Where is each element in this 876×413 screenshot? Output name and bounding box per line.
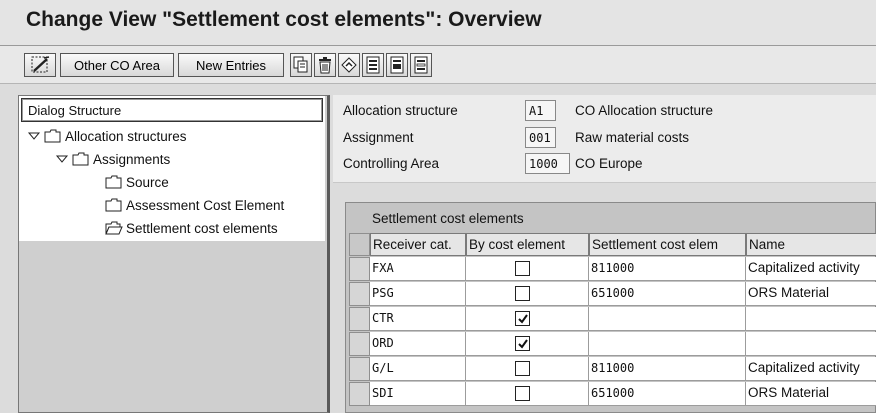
folder-icon xyxy=(44,129,61,143)
title-bar: Change View "Settlement cost elements": … xyxy=(0,0,876,46)
deselect-all-icon[interactable] xyxy=(410,53,432,77)
name-cell[interactable]: Capitalized activity xyxy=(746,357,876,381)
checkmark-icon xyxy=(518,314,528,324)
tree-node-label: Assessment Cost Element xyxy=(126,197,285,213)
checkmark-icon xyxy=(518,339,528,349)
controlling-area-description: CO Europe xyxy=(575,156,643,171)
column-header-settlement-cost-elem[interactable]: Settlement cost elem xyxy=(589,233,746,256)
row-selector[interactable] xyxy=(349,357,370,381)
select-all-icon[interactable] xyxy=(362,53,384,77)
display-change-icon[interactable] xyxy=(24,53,56,77)
settlement-cost-elem-cell[interactable]: 651000 xyxy=(589,382,746,406)
table-title: Settlement cost elements xyxy=(372,211,524,226)
dialog-structure-panel: Dialog Structure Allocation structures A… xyxy=(18,95,330,413)
by-cost-element-cell xyxy=(466,332,589,356)
tree-node-source[interactable]: Source xyxy=(105,172,169,192)
new-entries-button[interactable]: New Entries xyxy=(178,53,284,77)
tree-node-assessment-cost-element[interactable]: Assessment Cost Element xyxy=(105,195,284,215)
allocation-structure-label: Allocation structure xyxy=(343,103,458,118)
name-cell[interactable] xyxy=(746,307,876,331)
receiver-cat-cell[interactable]: G/L xyxy=(370,357,466,381)
receiver-cat-cell[interactable]: FXA xyxy=(370,257,466,281)
row-selector[interactable] xyxy=(349,307,370,331)
allocation-structure-row: Allocation structure A1 CO Allocation st… xyxy=(333,99,876,123)
assignment-label: Assignment xyxy=(343,130,414,145)
page-title: Change View "Settlement cost elements": … xyxy=(26,8,542,31)
row-selector[interactable] xyxy=(349,282,370,306)
name-cell[interactable] xyxy=(746,332,876,356)
other-co-area-button[interactable]: Other CO Area xyxy=(60,53,174,77)
dialog-structure-tree: Dialog Structure Allocation structures A… xyxy=(19,96,325,241)
by-cost-element-checkbox[interactable] xyxy=(515,286,530,301)
folder-icon xyxy=(72,152,89,166)
by-cost-element-cell xyxy=(466,307,589,331)
receiver-cat-cell[interactable]: ORD xyxy=(370,332,466,356)
row-selector[interactable] xyxy=(349,382,370,406)
by-cost-element-checkbox[interactable] xyxy=(515,386,530,401)
delete-icon[interactable] xyxy=(314,53,336,77)
select-block-icon[interactable] xyxy=(386,53,408,77)
receiver-cat-cell[interactable]: SDI xyxy=(370,382,466,406)
allocation-structure-field[interactable]: A1 xyxy=(525,100,556,121)
name-cell[interactable]: Capitalized activity xyxy=(746,257,876,281)
select-all-rows-button[interactable] xyxy=(349,233,370,256)
column-header-receiver-cat[interactable]: Receiver cat. xyxy=(370,233,466,256)
row-selector[interactable] xyxy=(349,257,370,281)
folder-open-icon xyxy=(105,221,123,235)
name-cell[interactable]: ORS Material xyxy=(746,382,876,406)
controlling-area-row: Controlling Area 1000 CO Europe xyxy=(333,152,876,176)
settlement-cost-elem-cell[interactable]: 651000 xyxy=(589,282,746,306)
by-cost-element-checkbox[interactable] xyxy=(515,361,530,376)
tree-node-allocation-structures[interactable]: Allocation structures xyxy=(27,126,187,146)
by-cost-element-checkbox[interactable] xyxy=(515,261,530,276)
settlement-cost-elem-cell[interactable]: 811000 xyxy=(589,257,746,281)
tree-node-label: Settlement cost elements xyxy=(126,220,278,236)
by-cost-element-cell xyxy=(466,282,589,306)
controlling-area-field[interactable]: 1000 xyxy=(525,153,570,174)
by-cost-element-cell xyxy=(466,357,589,381)
tree-node-label: Assignments xyxy=(93,151,171,167)
assignment-field[interactable]: 001 xyxy=(525,127,556,148)
assignment-row: Assignment 001 Raw material costs xyxy=(333,126,876,150)
column-header-name[interactable]: Name xyxy=(746,233,876,256)
folder-icon xyxy=(105,175,122,189)
application-toolbar: Other CO Area New Entries xyxy=(0,46,876,84)
by-cost-element-checkbox[interactable] xyxy=(515,336,530,351)
settlement-cost-elem-cell[interactable] xyxy=(589,332,746,356)
allocation-structure-description: CO Allocation structure xyxy=(575,103,714,118)
expand-triangle-icon[interactable] xyxy=(55,153,69,165)
copy-icon[interactable] xyxy=(290,53,312,77)
column-header-by-cost-element[interactable]: By cost element xyxy=(466,233,589,256)
controlling-area-label: Controlling Area xyxy=(343,156,440,171)
dialog-structure-header: Dialog Structure xyxy=(21,98,323,122)
header-fields: Allocation structure A1 CO Allocation st… xyxy=(333,95,876,183)
name-cell[interactable]: ORS Material xyxy=(746,282,876,306)
settlement-cost-elem-cell[interactable]: 811000 xyxy=(589,357,746,381)
receiver-cat-cell[interactable]: CTR xyxy=(370,307,466,331)
tree-node-label: Source xyxy=(126,174,169,190)
settlement-cost-elem-cell[interactable] xyxy=(589,307,746,331)
expand-triangle-icon[interactable] xyxy=(27,130,41,142)
by-cost-element-cell xyxy=(466,382,589,406)
tree-node-settlement-cost-elements[interactable]: Settlement cost elements xyxy=(105,218,278,238)
receiver-cat-cell[interactable]: PSG xyxy=(370,282,466,306)
tree-node-label: Allocation structures xyxy=(65,128,187,144)
tree-node-assignments[interactable]: Assignments xyxy=(55,149,170,169)
undo-change-icon[interactable] xyxy=(338,53,360,77)
by-cost-element-cell xyxy=(466,257,589,281)
by-cost-element-checkbox[interactable] xyxy=(515,311,530,326)
settlement-cost-elements-table: Settlement cost elements Receiver cat. B… xyxy=(345,202,876,413)
assignment-description: Raw material costs xyxy=(575,130,690,145)
folder-icon xyxy=(105,198,122,212)
row-selector[interactable] xyxy=(349,332,370,356)
